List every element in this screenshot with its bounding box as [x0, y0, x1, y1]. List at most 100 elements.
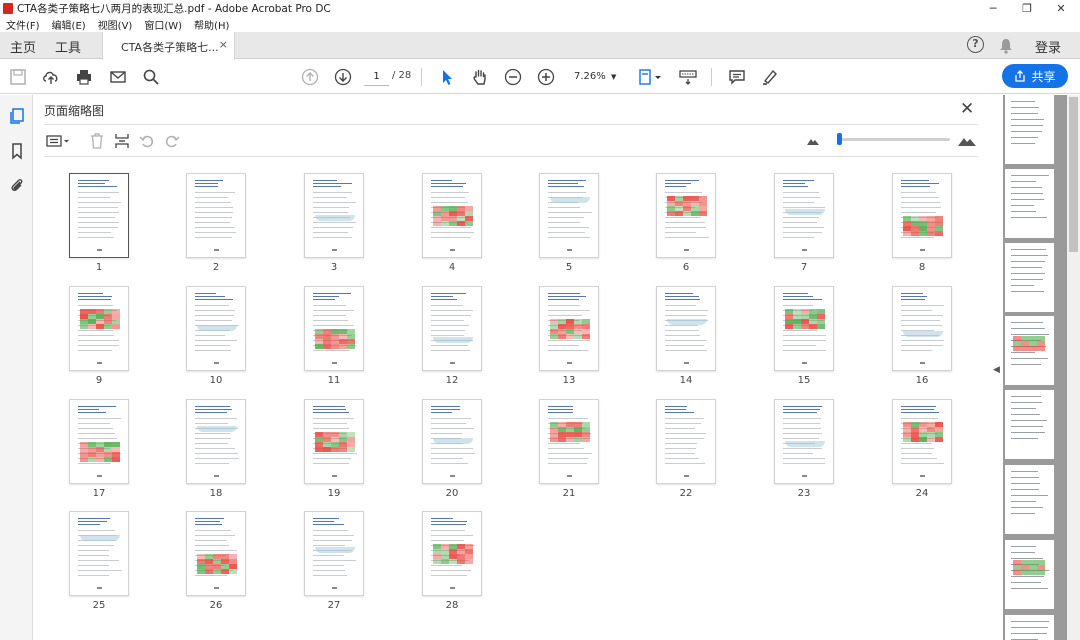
close-tab-button[interactable]: × — [219, 38, 228, 51]
page-thumbnail[interactable] — [774, 173, 834, 258]
thumbnail-size-slider[interactable] — [838, 138, 950, 141]
page-thumbnail-label: 8 — [918, 262, 926, 273]
rotate-left-button[interactable] — [138, 132, 156, 150]
larger-thumbnails-button[interactable] — [956, 132, 978, 150]
attachment-icon[interactable] — [8, 176, 26, 194]
insert-page-button[interactable] — [113, 132, 131, 150]
menu-file[interactable]: 文件(F) — [6, 17, 40, 32]
zoom-level-select[interactable]: 7.26% ▼ — [566, 68, 622, 86]
page-thumbnail[interactable] — [304, 173, 364, 258]
next-page-button[interactable] — [333, 67, 353, 87]
pages-icon[interactable] — [8, 107, 26, 125]
panel-divider — [44, 124, 978, 125]
page-thumbnail[interactable] — [774, 399, 834, 484]
page-thumbnail[interactable] — [304, 286, 364, 371]
smaller-thumbnails-button[interactable] — [804, 132, 822, 150]
page-thumbnail[interactable] — [892, 286, 952, 371]
zoom-in-button[interactable] — [536, 67, 556, 87]
hand-tool-button[interactable] — [470, 67, 490, 87]
thumbnail-size-slider-handle[interactable] — [837, 133, 842, 145]
highlight-button[interactable] — [760, 67, 780, 87]
cloud-upload-icon — [43, 71, 58, 84]
page-thumbnail[interactable] — [186, 399, 246, 484]
page-thumbnail[interactable] — [69, 511, 129, 596]
page-thumbnail[interactable] — [656, 173, 716, 258]
left-navigation-rail — [0, 95, 33, 640]
document-view[interactable] — [1003, 95, 1067, 640]
page-thumbnail[interactable] — [892, 399, 952, 484]
select-tool-button[interactable] — [437, 67, 457, 87]
share-button[interactable]: 共享 — [1002, 64, 1068, 88]
hand-icon — [473, 69, 486, 85]
page-thumbnail[interactable] — [656, 286, 716, 371]
page-thumbnail[interactable] — [186, 286, 246, 371]
email-icon — [110, 71, 126, 83]
tab-tools[interactable]: 工具 — [55, 37, 81, 56]
page-thumbnail[interactable] — [304, 399, 364, 484]
collapse-left-arrow-icon[interactable]: ◀ — [993, 365, 1000, 375]
share-label: 共享 — [1031, 69, 1056, 84]
document-scrollbar[interactable] — [1067, 95, 1080, 640]
signin-link[interactable]: 登录 — [1035, 37, 1061, 56]
rotate-right-button[interactable] — [163, 132, 181, 150]
page-thumbnail-label: 3 — [330, 262, 338, 273]
fit-page-icon — [639, 69, 661, 85]
page-thumbnail[interactable] — [539, 173, 599, 258]
page-thumbnail-label: 24 — [915, 488, 929, 499]
page-total: / 28 — [392, 70, 412, 81]
upload-button[interactable] — [41, 67, 61, 87]
scrollbar-handle[interactable] — [1069, 97, 1078, 252]
menu-help[interactable]: 帮助(H) — [194, 17, 229, 32]
menu-view[interactable]: 视图(V) — [98, 17, 133, 32]
thumbnail-options-button[interactable] — [44, 132, 72, 150]
previous-page-button[interactable] — [300, 67, 320, 87]
page-down-icon — [334, 68, 352, 86]
page-thumbnail-label: 12 — [445, 375, 459, 386]
page-thumbnail[interactable] — [656, 399, 716, 484]
page-thumbnail-label: 4 — [448, 262, 456, 273]
page-thumbnail-label: 25 — [92, 600, 106, 611]
page-thumbnail[interactable] — [539, 399, 599, 484]
page-number-input[interactable]: 1 — [364, 68, 389, 86]
restore-button[interactable]: ❐ — [1010, 0, 1044, 17]
notifications-button[interactable] — [999, 38, 1013, 57]
tab-document[interactable]: CTA各类子策略七... × — [102, 32, 235, 60]
search-button[interactable] — [141, 67, 161, 87]
close-panel-button[interactable]: ✕ — [960, 99, 974, 119]
page-thumbnail[interactable] — [422, 399, 482, 484]
page-thumbnail[interactable] — [69, 286, 129, 371]
menu-edit[interactable]: 编辑(E) — [52, 17, 86, 32]
delete-pages-button[interactable] — [88, 132, 106, 150]
bookmark-icon[interactable] — [8, 142, 26, 160]
page-thumbnail[interactable] — [186, 173, 246, 258]
page-thumbnail[interactable] — [422, 173, 482, 258]
page-thumbnail[interactable] — [186, 511, 246, 596]
help-icon: ? — [967, 36, 984, 53]
keyboard-tool-button[interactable] — [678, 67, 698, 87]
menu-window[interactable]: 窗口(W) — [144, 17, 182, 32]
page-thumbnail[interactable] — [69, 399, 129, 484]
tab-home[interactable]: 主页 — [10, 37, 36, 56]
keyboard-icon — [679, 70, 697, 85]
print-button[interactable] — [74, 67, 94, 87]
page-thumbnail[interactable] — [774, 286, 834, 371]
comment-button[interactable] — [727, 67, 747, 87]
help-button[interactable]: ? — [967, 36, 984, 53]
page-thumbnail[interactable] — [892, 173, 952, 258]
page-thumbnail-label: 28 — [445, 600, 459, 611]
save-button[interactable] — [8, 67, 28, 87]
page-thumbnail[interactable] — [304, 511, 364, 596]
document-page — [1005, 169, 1054, 238]
page-thumbnail-label: 18 — [209, 488, 223, 499]
minimize-button[interactable]: ─ — [976, 0, 1010, 17]
email-button[interactable] — [108, 67, 128, 87]
zoom-out-button[interactable] — [503, 67, 523, 87]
close-window-button[interactable]: ✕ — [1044, 0, 1078, 17]
page-thumbnail-label: 15 — [797, 375, 811, 386]
page-thumbnail[interactable] — [69, 173, 129, 258]
fit-page-button[interactable] — [636, 67, 664, 87]
page-thumbnail[interactable] — [422, 286, 482, 371]
page-thumbnail[interactable] — [422, 511, 482, 596]
bell-icon — [1000, 39, 1012, 54]
page-thumbnail[interactable] — [539, 286, 599, 371]
